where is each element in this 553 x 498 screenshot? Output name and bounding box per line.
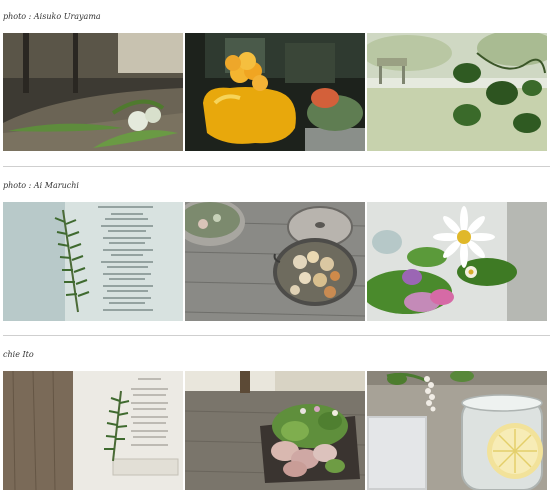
gallery-photo-leaves-on-wood[interactable] <box>3 33 183 151</box>
photo-image <box>3 33 183 151</box>
photo-credit: photo : Ai Maruchi <box>3 181 79 190</box>
photo-credit: photo : Aisuko Urayama <box>3 12 101 21</box>
gallery-photo-menu-card-table[interactable] <box>3 371 183 490</box>
photo-image <box>185 371 365 490</box>
gallery-photo-cooking-pot[interactable] <box>185 202 365 321</box>
photo-image <box>185 33 365 151</box>
photo-image <box>3 371 183 490</box>
photo-image <box>185 202 365 321</box>
photo-image <box>3 202 183 321</box>
section-divider <box>3 335 550 336</box>
gallery-photo-yellow-pepper[interactable] <box>185 33 365 151</box>
photo-credit: chie Ito <box>3 350 34 359</box>
section-divider <box>3 166 550 167</box>
gallery-photo-lemon-water[interactable] <box>367 371 547 490</box>
photo-image <box>367 202 547 321</box>
gallery-photo-garden-leaves[interactable] <box>367 33 547 151</box>
gallery-photo-salad-plate[interactable] <box>185 371 365 490</box>
gallery-photo-menu-card-rosemary[interactable] <box>3 202 183 321</box>
photo-image <box>367 371 547 490</box>
gallery-photo-flower-bouquet[interactable] <box>367 202 547 321</box>
photo-image <box>367 33 547 151</box>
